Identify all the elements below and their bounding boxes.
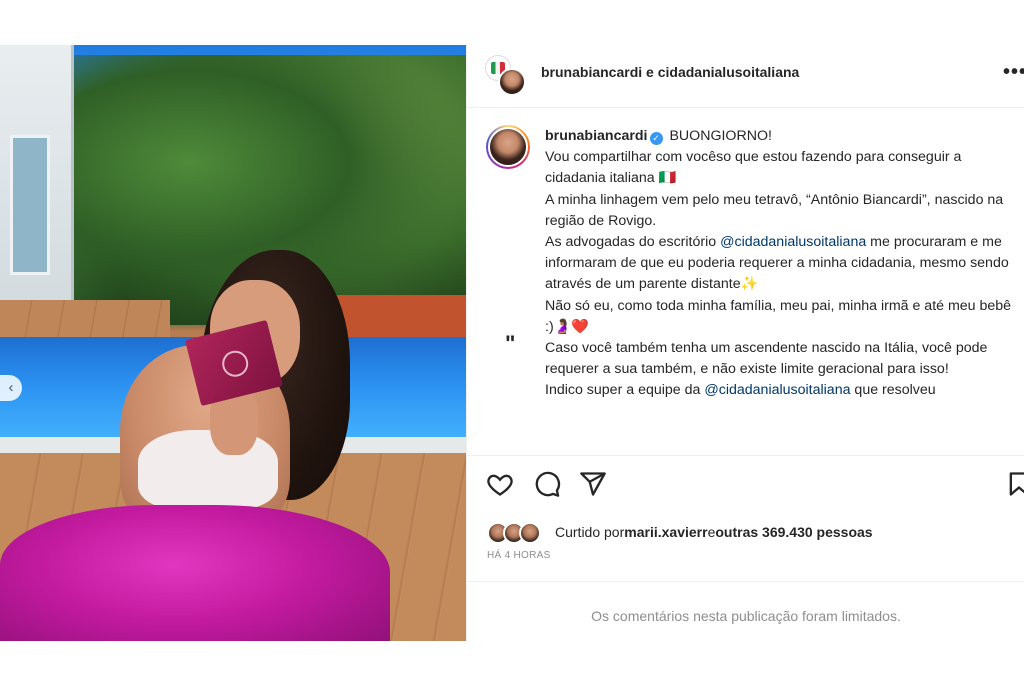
liker-username[interactable]: marii.xavierr (624, 524, 707, 540)
collab-author-link[interactable]: cidadanialusoitaliana (658, 64, 800, 80)
post-authors: brunabiancardi e cidadanialusoitaliana (541, 64, 799, 80)
caption-paragraph: Caso você também tenha um ascendente nas… (545, 340, 988, 378)
bookmark-icon[interactable] (1005, 470, 1024, 498)
liker-avatars[interactable] (487, 520, 549, 544)
verified-badge-icon: ✓ (649, 132, 663, 145)
comment-icon[interactable] (533, 470, 561, 498)
post-side-panel: brunabiancardi e cidadanialusoitaliana •… (466, 45, 1024, 641)
likes-prefix: Curtido por (555, 524, 625, 540)
caption-text: Indico super a equipe da (545, 382, 705, 399)
post-actions (467, 455, 1024, 515)
caption-paragraph: Vou compartilhar com vocêso que estou fa… (545, 149, 962, 187)
collab-avatars[interactable] (486, 56, 526, 96)
caption-greeting: BUONGIORNO! (669, 128, 772, 144)
likes-middle: e (707, 524, 716, 540)
avatar-brunabiancardi[interactable] (498, 68, 526, 96)
caption-text: que resolveu (850, 382, 936, 399)
caption-avatar[interactable] (486, 125, 530, 169)
caption-username[interactable]: brunabiancardi (545, 128, 648, 144)
comments-limited-notice: Os comentários nesta publicação foram li… (467, 581, 1024, 641)
more-horizontal-icon[interactable]: ••• (1003, 61, 1024, 84)
post-header: brunabiancardi e cidadanialusoitaliana •… (467, 45, 1024, 108)
author-link[interactable]: brunabiancardi (541, 64, 642, 80)
caption-text: As advogadas do escritório (545, 234, 721, 251)
quote-mark: " (505, 331, 516, 356)
share-icon[interactable] (579, 470, 607, 498)
image-pants (0, 505, 390, 641)
caption-paragraph: Não só eu, como toda minha família, meu … (545, 297, 1012, 335)
liker-avatar (519, 522, 541, 544)
likes-count-link[interactable]: outras 369.430 pessoas (715, 524, 872, 540)
mention-link[interactable]: @cidadanialusoitaliana (720, 234, 866, 250)
post-image[interactable]: ‹ (0, 45, 466, 641)
heart-icon[interactable] (486, 470, 514, 498)
image-top (138, 430, 278, 510)
post-timestamp[interactable]: HÁ 4 HORAS (487, 550, 551, 561)
post-caption: brunabiancardi ✓ BUONGIORNO! Vou comparti… (545, 126, 1019, 402)
caption-area: " brunabiancardi ✓ BUONGIORNO! Vou compar… (467, 109, 1024, 449)
authors-conjunction: e (642, 64, 658, 80)
caption-paragraph: A minha linhagem vem pelo meu tetravô, “… (545, 191, 1004, 229)
mention-link[interactable]: @cidadanialusoitaliana (704, 382, 850, 398)
likes-summary: Curtido por marii.xavierr e outras 369.4… (487, 519, 873, 545)
